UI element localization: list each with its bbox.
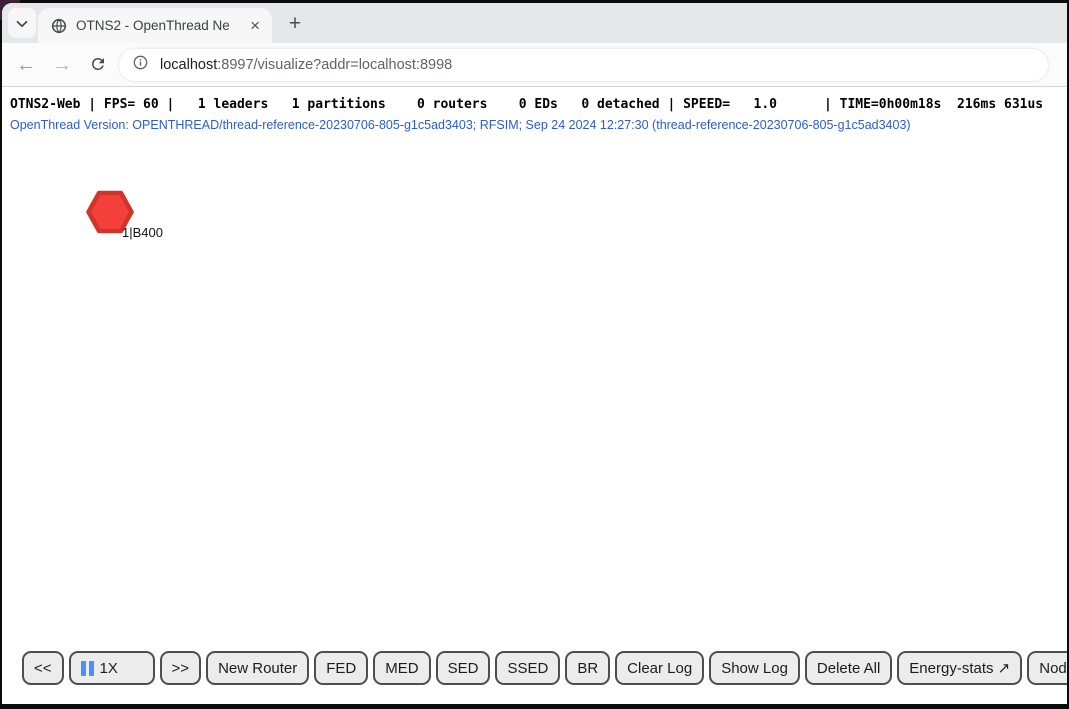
new-sed-button[interactable]: SED <box>436 651 491 685</box>
node-label: 1|B400 <box>122 225 163 240</box>
speed-value-label: 1X <box>100 660 118 677</box>
forward-button[interactable]: → <box>45 43 79 87</box>
speed-up-button[interactable]: >> <box>160 651 202 685</box>
pause-icon <box>81 661 94 676</box>
energy-stats-button[interactable]: Energy-stats ↗ <box>897 651 1022 685</box>
navigation-toolbar: ← → localhost:8997/visualize?addr=localh… <box>2 43 1067 87</box>
reload-icon <box>89 55 107 76</box>
new-ssed-button[interactable]: SSED <box>495 651 560 685</box>
simulation-canvas[interactable]: OTNS2-Web | FPS= 60 | 1 leaders 1 partit… <box>2 87 1067 699</box>
tab-search-button[interactable] <box>8 8 36 38</box>
action-bar: << 1X >> New Router FED MED SED SSED BR … <box>22 651 1067 685</box>
reload-button[interactable] <box>81 43 115 87</box>
node-stats-button[interactable]: Node-stats ↗ <box>1027 651 1067 685</box>
info-icon[interactable] <box>133 55 148 75</box>
globe-favicon-icon <box>51 18 67 34</box>
browser-window: OTNS2 - OpenThread Ne × + ← → <box>2 3 1067 704</box>
show-log-button[interactable]: Show Log <box>709 651 800 685</box>
delete-all-button[interactable]: Delete All <box>805 651 892 685</box>
url-host: localhost <box>160 57 217 73</box>
url-path: :8997/visualize?addr=localhost:8998 <box>217 57 452 73</box>
new-fed-button[interactable]: FED <box>314 651 368 685</box>
new-med-button[interactable]: MED <box>373 651 430 685</box>
address-bar[interactable]: localhost:8997/visualize?addr=localhost:… <box>118 48 1049 82</box>
close-tab-icon[interactable]: × <box>248 18 262 34</box>
simulator-status-line: OTNS2-Web | FPS= 60 | 1 leaders 1 partit… <box>10 97 1043 112</box>
tab-strip: OTNS2 - OpenThread Ne × + <box>2 3 1067 43</box>
clear-log-button[interactable]: Clear Log <box>615 651 704 685</box>
openthread-version-line: OpenThread Version: OPENTHREAD/thread-re… <box>10 118 911 132</box>
pause-speed-button[interactable]: 1X <box>69 651 155 685</box>
new-tab-button[interactable]: + <box>281 10 309 38</box>
speed-down-button[interactable]: << <box>22 651 64 685</box>
new-br-button[interactable]: BR <box>565 651 610 685</box>
browser-window-frame: OTNS2 - OpenThread Ne × + ← → <box>0 0 1069 709</box>
url-text[interactable]: localhost:8997/visualize?addr=localhost:… <box>160 57 452 73</box>
tab-title: OTNS2 - OpenThread Ne <box>76 18 248 33</box>
chevron-down-icon <box>16 16 28 31</box>
back-button[interactable]: ← <box>9 43 43 87</box>
tab-active[interactable]: OTNS2 - OpenThread Ne × <box>38 8 272 43</box>
new-router-button[interactable]: New Router <box>206 651 309 685</box>
